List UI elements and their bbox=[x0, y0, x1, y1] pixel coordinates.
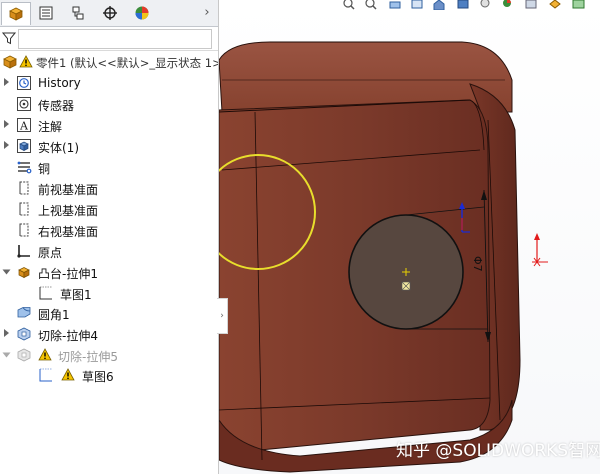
tree-item-top-plane[interactable]: 上视基准面 bbox=[0, 199, 218, 220]
tree-item-boss-extrude1[interactable]: 凸台-拉伸1 bbox=[0, 262, 218, 283]
boss-extrude-icon bbox=[18, 267, 30, 279]
tree-item-origin[interactable]: 原点 bbox=[0, 241, 218, 262]
sketch-icon bbox=[39, 368, 52, 382]
tree-item-annotations[interactable]: A 注解 bbox=[0, 115, 218, 136]
part-model[interactable] bbox=[219, 0, 600, 474]
previous-view-icon[interactable] bbox=[388, 0, 402, 10]
feature-manager-tabs: › bbox=[0, 0, 218, 27]
zoom-to-area-icon[interactable] bbox=[364, 0, 378, 10]
tree-item-label: History bbox=[38, 76, 81, 90]
feature-manager-panel: › 零件1 (默认<<默认>_显示状态 1>) History 传感器 A 注解… bbox=[0, 0, 219, 474]
tab-display-manager[interactable] bbox=[128, 2, 156, 24]
tree-item-label: 切除-拉伸5 bbox=[58, 350, 118, 364]
tree-item-cut-extrude5[interactable]: 切除-拉伸5 bbox=[0, 345, 218, 366]
tree-item-label: 圆角1 bbox=[38, 308, 70, 322]
origin-icon bbox=[17, 245, 30, 258]
tree-item-label: 草图1 bbox=[60, 288, 92, 302]
expand-arrow-icon[interactable] bbox=[4, 141, 9, 149]
tree-item-label: 铜 bbox=[38, 162, 51, 176]
plane-icon bbox=[19, 223, 29, 237]
edit-appearance-icon[interactable] bbox=[500, 0, 514, 10]
tree-item-sketch6[interactable]: 草图6 bbox=[0, 365, 218, 386]
part-icon bbox=[3, 55, 17, 69]
tab-property-manager[interactable] bbox=[32, 2, 60, 24]
svg-text:A: A bbox=[19, 120, 29, 133]
plane-icon bbox=[19, 202, 29, 216]
panel-collapse-toggle[interactable]: › bbox=[217, 298, 228, 334]
warning-icon bbox=[19, 55, 33, 68]
solid-bodies-icon bbox=[17, 139, 31, 153]
tree-item-solid-bodies[interactable]: 实体(1) bbox=[0, 136, 218, 157]
sensor-icon bbox=[17, 97, 31, 111]
tree-item-label: 切除-拉伸4 bbox=[38, 329, 98, 343]
fillet-icon bbox=[17, 307, 31, 318]
feature-tree-icon bbox=[9, 7, 23, 21]
graphics-viewport[interactable]: Φ7 bbox=[219, 0, 600, 474]
tree-item-right-plane[interactable]: 右视基准面 bbox=[0, 220, 218, 241]
tree-item-label: 注解 bbox=[38, 120, 63, 134]
property-manager-icon bbox=[39, 6, 53, 20]
material-icon bbox=[17, 161, 32, 174]
tab-feature-tree[interactable] bbox=[1, 2, 31, 25]
tab-configuration-manager[interactable] bbox=[64, 2, 92, 24]
expand-arrow-icon[interactable] bbox=[4, 120, 9, 128]
hide-show-items-icon[interactable] bbox=[478, 0, 492, 10]
history-icon bbox=[17, 76, 31, 90]
tab-dimxpert-manager[interactable] bbox=[96, 2, 124, 24]
plane-icon bbox=[19, 181, 29, 195]
expand-arrow-icon[interactable] bbox=[4, 329, 9, 337]
tree-item-cut-extrude4[interactable]: 切除-拉伸4 bbox=[0, 324, 218, 345]
view-settings-icon[interactable] bbox=[548, 0, 562, 10]
tree-item-material[interactable]: 铜 bbox=[0, 157, 218, 178]
heads-up-view-toolbar bbox=[338, 0, 600, 12]
tree-item-front-plane[interactable]: 前视基准面 bbox=[0, 178, 218, 199]
configuration-manager-icon bbox=[72, 6, 84, 20]
expand-arrow-icon[interactable] bbox=[4, 78, 9, 86]
tabs-more-chevron-icon[interactable]: › bbox=[200, 4, 214, 22]
cut-extrude-icon bbox=[17, 327, 31, 341]
sketch-icon bbox=[39, 286, 52, 300]
apply-scene-icon[interactable] bbox=[524, 0, 538, 10]
filter-row bbox=[0, 28, 218, 51]
tree-item-sketch1[interactable]: 草图1 bbox=[0, 283, 218, 304]
tree-item-label: 右视基准面 bbox=[38, 225, 99, 239]
part-root-node[interactable]: 零件1 (默认<<默认>_显示状态 1>) bbox=[0, 52, 218, 72]
tree-item-label: 上视基准面 bbox=[38, 204, 99, 218]
tree-item-label: 草图6 bbox=[82, 370, 114, 384]
view-orientation-icon[interactable] bbox=[432, 0, 446, 10]
tree-item-label: 凸台-拉伸1 bbox=[38, 267, 98, 281]
collapse-arrow-icon[interactable] bbox=[2, 352, 11, 358]
tree-item-history[interactable]: History bbox=[0, 73, 218, 94]
tree-item-label: 实体(1) bbox=[38, 141, 79, 155]
cut-extrude-icon bbox=[17, 348, 31, 362]
warning-icon bbox=[61, 368, 75, 381]
warning-icon bbox=[38, 348, 52, 361]
display-style-icon[interactable] bbox=[456, 0, 470, 10]
annotation-icon: A bbox=[17, 118, 31, 133]
part-title: 零件1 (默认<<默认>_显示状态 1>) bbox=[36, 56, 218, 70]
display-manager-icon bbox=[135, 6, 149, 20]
tree-item-sensors[interactable]: 传感器 bbox=[0, 94, 218, 115]
collapse-arrow-icon[interactable] bbox=[2, 269, 11, 275]
realview-icon[interactable] bbox=[572, 0, 586, 10]
zoom-to-fit-icon[interactable] bbox=[342, 0, 356, 10]
watermark: 知乎 @SOLIDWORKS智网 bbox=[396, 441, 600, 461]
dimxpert-icon bbox=[103, 6, 117, 20]
filter-icon[interactable] bbox=[2, 31, 16, 45]
tree-item-label: 原点 bbox=[38, 246, 63, 260]
section-view-icon[interactable] bbox=[410, 0, 424, 10]
tree-item-fillet1[interactable]: 圆角1 bbox=[0, 303, 218, 324]
filter-input[interactable] bbox=[18, 29, 212, 49]
dimension-label[interactable]: Φ7 bbox=[471, 256, 484, 272]
tree-item-label: 传感器 bbox=[38, 99, 75, 113]
tree-item-label: 前视基准面 bbox=[38, 183, 99, 197]
